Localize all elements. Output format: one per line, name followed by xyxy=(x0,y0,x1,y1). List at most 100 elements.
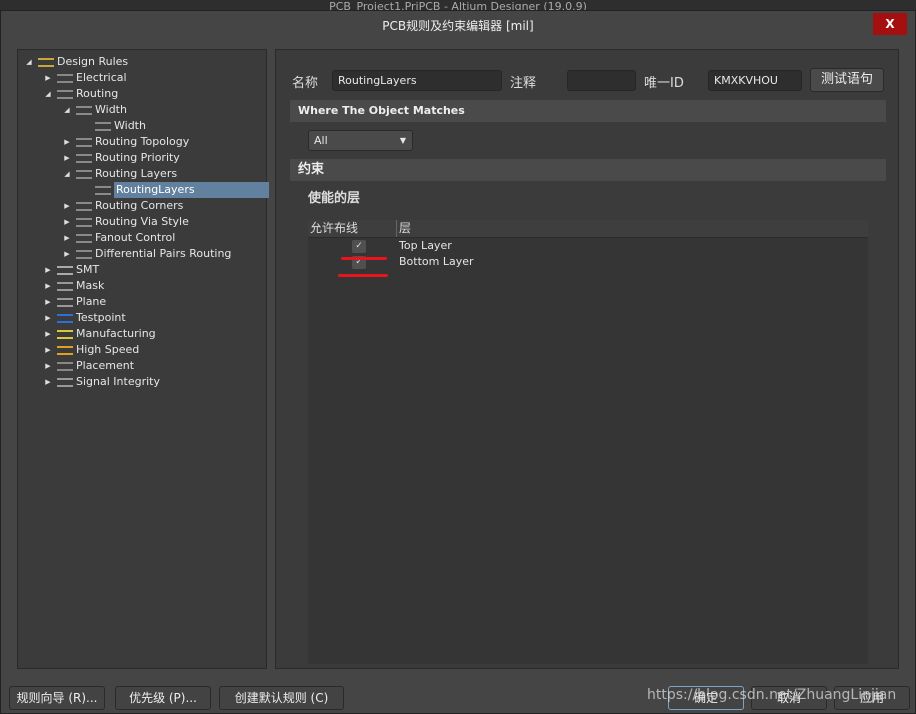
tree-item[interactable]: RoutingLayers xyxy=(18,182,269,198)
tree-item-label: Signal Integrity xyxy=(76,375,160,388)
routing-icon xyxy=(76,218,92,227)
table-row: ✓ Top Layer xyxy=(308,238,868,254)
routing-icon xyxy=(76,138,92,147)
signal-integrity-icon xyxy=(57,378,73,387)
expand-arrow-icon[interactable]: ▶ xyxy=(43,374,53,390)
tree-item-label: Design Rules xyxy=(57,55,129,68)
tree-item[interactable]: ▶ Plane xyxy=(18,294,266,310)
routing-icon xyxy=(76,202,92,211)
scope-select[interactable]: All ▼ xyxy=(308,130,413,151)
tree-item-label: Width xyxy=(95,103,127,116)
allow-routing-checkbox[interactable]: ✓ xyxy=(352,240,366,253)
tree-item[interactable]: ▶ Routing Priority xyxy=(18,150,266,166)
tree-item-label: Routing Topology xyxy=(95,135,190,148)
red-annotation-mark xyxy=(341,257,387,260)
tree-item[interactable]: ▶ Routing Corners xyxy=(18,198,266,214)
cancel-button[interactable]: 取消 xyxy=(751,686,827,710)
tree-item[interactable]: ▶ Electrical xyxy=(18,70,266,86)
routing-icon xyxy=(95,122,111,131)
routing-icon xyxy=(76,234,92,243)
comment-input[interactable] xyxy=(567,70,636,91)
create-default-rules-button[interactable]: 创建默认规则 (C) xyxy=(219,686,344,710)
tree-item[interactable]: ▶ Manufacturing xyxy=(18,326,266,342)
table-row: ✓ Bottom Layer xyxy=(308,254,868,270)
name-label: 名称 xyxy=(292,76,319,91)
expand-arrow-icon[interactable]: ▶ xyxy=(62,134,72,150)
tree-item[interactable]: ▶ Routing Via Style xyxy=(18,214,266,230)
uid-label: 唯一ID xyxy=(644,76,684,91)
smt-icon xyxy=(57,266,73,275)
tree-item[interactable]: ◢ Routing Layers xyxy=(18,166,266,182)
tree-item-label: Routing Corners xyxy=(95,199,184,212)
ok-button[interactable]: 确定 xyxy=(668,686,744,710)
tree-item[interactable]: ▶ Testpoint xyxy=(18,310,266,326)
manufacturing-icon xyxy=(57,330,73,339)
close-button[interactable]: X xyxy=(873,13,907,35)
test-query-button[interactable]: 测试语句 xyxy=(810,68,884,92)
tree-item[interactable]: ▶ Fanout Control xyxy=(18,230,266,246)
expand-arrow-icon[interactable]: ▶ xyxy=(43,358,53,374)
apply-button[interactable]: 应用 xyxy=(834,686,910,710)
where-matches-header: Where The Object Matches xyxy=(290,100,886,122)
expand-arrow-icon[interactable]: ▶ xyxy=(43,278,53,294)
expand-arrow-icon[interactable]: ▶ xyxy=(43,70,53,86)
tree-item-label: Plane xyxy=(76,295,107,308)
tree-item-label: SMT xyxy=(76,263,100,276)
priorities-button[interactable]: 优先级 (P)... xyxy=(115,686,211,710)
tree-item-label: Manufacturing xyxy=(76,327,156,340)
tree-item[interactable]: ▶ Differential Pairs Routing xyxy=(18,246,266,262)
placement-icon xyxy=(57,362,73,371)
expand-arrow-icon[interactable]: ▶ xyxy=(43,294,53,310)
layers-table: 允许布线 层 ✓ Top Layer ✓ Bottom Layer xyxy=(308,220,868,664)
mask-icon xyxy=(57,282,73,291)
tree-item-label: Routing Via Style xyxy=(95,215,189,228)
column-allow-routing: 允许布线 xyxy=(310,221,359,235)
expand-arrow-icon[interactable]: ▶ xyxy=(62,214,72,230)
expand-arrow-icon[interactable]: ▶ xyxy=(62,150,72,166)
routing-icon xyxy=(76,154,92,163)
tree-item[interactable]: Width xyxy=(18,118,266,134)
routing-icon xyxy=(76,250,92,259)
expand-arrow-icon[interactable]: ▶ xyxy=(43,342,53,358)
expand-arrow-icon[interactable]: ▶ xyxy=(62,230,72,246)
tree-item[interactable]: ▶ Routing Topology xyxy=(18,134,266,150)
tree-item-label: Width xyxy=(114,119,146,132)
expand-arrow-icon[interactable]: ▶ xyxy=(43,326,53,342)
tree-item[interactable]: ▶ High Speed xyxy=(18,342,266,358)
scope-select-value: All xyxy=(314,134,328,147)
tree-item[interactable]: ◢ Width xyxy=(18,102,266,118)
layer-name: Top Layer xyxy=(399,239,452,252)
tree-item-label: Fanout Control xyxy=(95,231,176,244)
expand-arrow-icon[interactable]: ▶ xyxy=(43,262,53,278)
tree-item-label: Routing xyxy=(76,87,119,100)
routing-icon xyxy=(76,106,92,115)
tree-item-label: Electrical xyxy=(76,71,127,84)
tree-item-label: Routing Layers xyxy=(95,167,178,180)
tree-item[interactable]: ◢ Routing xyxy=(18,86,266,102)
design-rules-folder-icon xyxy=(38,58,54,67)
comment-label: 注释 xyxy=(510,76,537,91)
high-speed-icon xyxy=(57,346,73,355)
collapse-arrow-icon[interactable]: ◢ xyxy=(62,102,72,118)
tree-item[interactable]: ▶ Placement xyxy=(18,358,266,374)
rule-detail-panel: 名称 RoutingLayers 注释 唯一ID KMXKVHOU 测试语句 W… xyxy=(275,49,899,669)
collapse-arrow-icon[interactable]: ◢ xyxy=(43,86,53,102)
collapse-arrow-icon[interactable]: ◢ xyxy=(62,166,72,182)
tree-item[interactable]: ▶ Signal Integrity xyxy=(18,374,266,390)
uid-input[interactable]: KMXKVHOU xyxy=(708,70,802,91)
enabled-layers-title: 使能的层 xyxy=(308,191,361,206)
expand-arrow-icon[interactable]: ▶ xyxy=(62,246,72,262)
name-input[interactable]: RoutingLayers xyxy=(332,70,502,91)
rules-tree[interactable]: ◢ Design Rules ▶ Electrical ◢ Routing ◢ Width Wi… xyxy=(17,49,269,669)
tree-item-label: Differential Pairs Routing xyxy=(95,247,232,260)
tree-item[interactable]: ▶ SMT xyxy=(18,262,266,278)
chevron-down-icon: ▼ xyxy=(399,136,406,145)
column-layer: 层 xyxy=(396,220,411,237)
expand-arrow-icon[interactable]: ▶ xyxy=(62,198,72,214)
rule-wizard-button[interactable]: 规则向导 (R)... xyxy=(9,686,105,710)
expand-arrow-icon[interactable]: ▶ xyxy=(43,310,53,326)
red-annotation-mark xyxy=(338,274,388,277)
collapse-arrow-icon[interactable]: ◢ xyxy=(24,54,34,70)
tree-item[interactable]: ▶ Mask xyxy=(18,278,266,294)
tree-item[interactable]: ◢ Design Rules xyxy=(18,54,266,70)
